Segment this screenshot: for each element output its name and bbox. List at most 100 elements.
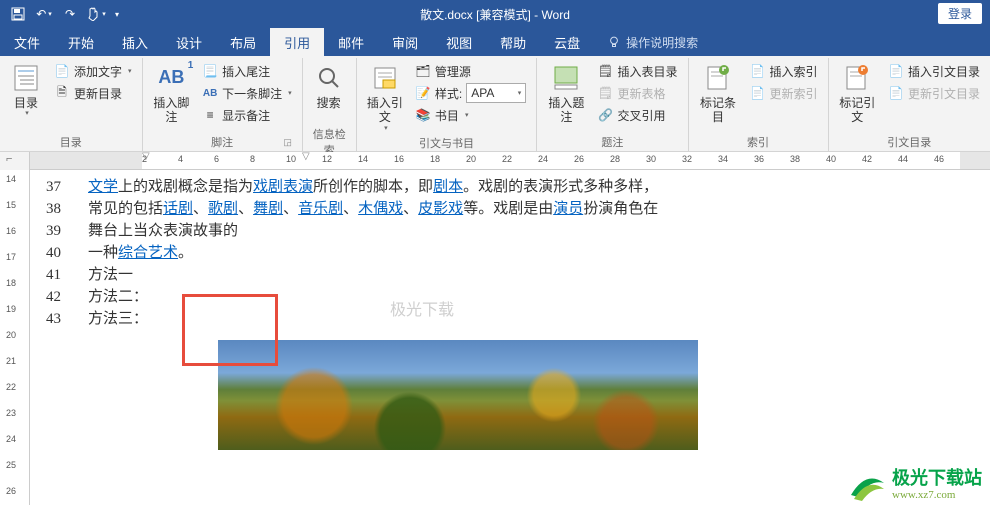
- ruler-vertical[interactable]: 14151617181920212223242526: [0, 170, 30, 505]
- tab-design[interactable]: 设计: [162, 28, 216, 56]
- insert-toa-button[interactable]: 📄插入引文目录: [884, 60, 984, 82]
- watermark-text: 极光下载: [390, 296, 454, 320]
- redo-button[interactable]: ↷: [58, 2, 82, 26]
- inline-image[interactable]: [218, 340, 698, 450]
- undo-button[interactable]: ↶▾: [32, 2, 56, 26]
- hyperlink[interactable]: 木偶戏: [358, 201, 403, 217]
- next-footnote-button[interactable]: AB下一条脚注▾: [198, 82, 296, 104]
- hyperlink[interactable]: 歌剧: [208, 201, 238, 217]
- tab-selector[interactable]: ⌐: [6, 153, 24, 171]
- page[interactable]: 37文学上的戏剧概念是指为戏剧表演所创作的脚本，即剧本。戏剧的表演形式多种多样，…: [30, 170, 990, 505]
- update-toc-button[interactable]: 🗎更新目录: [50, 82, 136, 104]
- style-combo[interactable]: APA▾: [466, 83, 526, 103]
- research-button[interactable]: 搜索搜索: [309, 60, 349, 127]
- line-content[interactable]: 方法二：: [88, 286, 982, 308]
- line-content[interactable]: 舞台上当众表演故事的: [88, 220, 982, 242]
- cross-reference-button[interactable]: 🔗交叉引用: [594, 104, 682, 126]
- line-number: 43: [38, 308, 88, 330]
- window-title: 散文.docx [兼容模式] - Word: [0, 6, 990, 23]
- doc-line[interactable]: 40一种综合艺术。: [38, 242, 982, 264]
- tab-help[interactable]: 帮助: [486, 28, 540, 56]
- text-run: 。: [178, 245, 193, 261]
- tab-references[interactable]: 引用: [270, 28, 324, 56]
- tab-home[interactable]: 开始: [54, 28, 108, 56]
- save-button[interactable]: [6, 2, 30, 26]
- doc-line[interactable]: 39舞台上当众表演故事的: [38, 220, 982, 242]
- insert-citation-button[interactable]: 插入引文▾: [363, 60, 407, 135]
- text-run: 舞台上当众表演故事的: [88, 223, 238, 239]
- ruler-h-tick: 30: [646, 154, 656, 164]
- insert-index-icon: 📄: [750, 63, 766, 79]
- ruler-h-tick: 38: [790, 154, 800, 164]
- tell-me-search[interactable]: 操作说明搜索: [594, 28, 712, 56]
- endnote-icon: 📃: [202, 63, 218, 79]
- insert-tof-button[interactable]: 🗒插入表目录: [594, 60, 682, 82]
- qat-customize-button[interactable]: ▾: [110, 2, 124, 26]
- ruler-h-tick: 10: [286, 154, 296, 164]
- hyperlink[interactable]: 演员: [553, 201, 583, 217]
- insert-caption-button[interactable]: 插入题注: [543, 60, 589, 127]
- ruler-h-tick: 4: [178, 154, 183, 164]
- line-content[interactable]: 方法一: [88, 264, 982, 286]
- doc-line[interactable]: 42方法二：: [38, 286, 982, 308]
- group-label-footnote: 脚注◲: [149, 133, 296, 151]
- hyperlink[interactable]: 综合艺术: [118, 245, 178, 261]
- doc-line[interactable]: 41方法一: [38, 264, 982, 286]
- ruler-horizontal[interactable]: 2468101214161820222426283032343638404244…: [30, 152, 990, 170]
- ruler-h-tick: 20: [466, 154, 476, 164]
- add-text-button[interactable]: 📄添加文字▾: [50, 60, 136, 82]
- crossref-icon: 🔗: [598, 107, 614, 123]
- show-notes-button[interactable]: ≡显示备注: [198, 104, 296, 126]
- footnote-launcher[interactable]: ◲: [282, 137, 294, 149]
- line-content[interactable]: 文学上的戏剧概念是指为戏剧表演所创作的脚本，即剧本。戏剧的表演形式多种多样，: [88, 176, 982, 198]
- citation-icon: [369, 62, 401, 94]
- doc-line[interactable]: 43方法三：: [38, 308, 982, 330]
- site-logo: 极光下载站 www.xz7.com: [846, 465, 982, 505]
- logo-icon: [846, 465, 886, 505]
- manage-sources-button[interactable]: 🗂管理源: [411, 60, 530, 82]
- line-content[interactable]: 方法三：: [88, 308, 982, 330]
- line-number: 37: [38, 176, 88, 198]
- tab-insert[interactable]: 插入: [108, 28, 162, 56]
- hyperlink[interactable]: 戏剧表演: [253, 179, 313, 195]
- ruler-h-tick: 42: [862, 154, 872, 164]
- line-number: 39: [38, 220, 88, 242]
- tab-cloud[interactable]: 云盘: [540, 28, 594, 56]
- group-toa: 标记引文 📄插入引文目录 📄更新引文目录 引文目录: [829, 58, 990, 151]
- line-content[interactable]: 常见的包括话剧、歌剧、舞剧、音乐剧、木偶戏、皮影戏等。戏剧是由演员扮演角色在: [88, 198, 982, 220]
- insert-index-button[interactable]: 📄插入索引: [746, 60, 822, 82]
- insert-footnote-button[interactable]: AB1 插入脚注: [149, 60, 195, 127]
- login-button[interactable]: 登录: [938, 3, 982, 24]
- hyperlink[interactable]: 剧本: [433, 179, 463, 195]
- hyperlink[interactable]: 文学: [88, 179, 118, 195]
- logo-url: www.xz7.com: [892, 489, 982, 501]
- toc-button[interactable]: 目录▾: [6, 60, 46, 121]
- bibliography-button[interactable]: 📚书目▾: [411, 104, 530, 126]
- update-index-button: 📄更新索引: [746, 82, 822, 104]
- tab-view[interactable]: 视图: [432, 28, 486, 56]
- line-content[interactable]: 一种综合艺术。: [88, 242, 982, 264]
- doc-line[interactable]: 38常见的包括话剧、歌剧、舞剧、音乐剧、木偶戏、皮影戏等。戏剧是由演员扮演角色在: [38, 198, 982, 220]
- hyperlink[interactable]: 舞剧: [253, 201, 283, 217]
- ruler-h-tick: 46: [934, 154, 944, 164]
- tab-file[interactable]: 文件: [0, 28, 54, 56]
- ruler-v-tick: 17: [6, 252, 16, 262]
- mark-entry-icon: [702, 62, 734, 94]
- ruler-v-tick: 19: [6, 304, 16, 314]
- text-run: 。戏剧的表演形式多种多样，: [463, 179, 658, 195]
- insert-endnote-button[interactable]: 📃插入尾注: [198, 60, 296, 82]
- text-run: 一种: [88, 245, 118, 261]
- hyperlink[interactable]: 音乐剧: [298, 201, 343, 217]
- hyperlink[interactable]: 话剧: [163, 201, 193, 217]
- tab-layout[interactable]: 布局: [216, 28, 270, 56]
- doc-line[interactable]: 37文学上的戏剧概念是指为戏剧表演所创作的脚本，即剧本。戏剧的表演形式多种多样，: [38, 176, 982, 198]
- insert-toa-icon: 📄: [888, 63, 904, 79]
- title-bar: ↶▾ ↷ ▾ ▾ 散文.docx [兼容模式] - Word 登录: [0, 0, 990, 28]
- mark-citation-button[interactable]: 标记引文: [835, 60, 880, 127]
- caption-icon: [550, 62, 582, 94]
- tab-mailings[interactable]: 邮件: [324, 28, 378, 56]
- tab-review[interactable]: 审阅: [378, 28, 432, 56]
- touch-mode-button[interactable]: ▾: [84, 2, 108, 26]
- mark-entry-button[interactable]: 标记条目: [695, 60, 742, 127]
- hyperlink[interactable]: 皮影戏: [418, 201, 463, 217]
